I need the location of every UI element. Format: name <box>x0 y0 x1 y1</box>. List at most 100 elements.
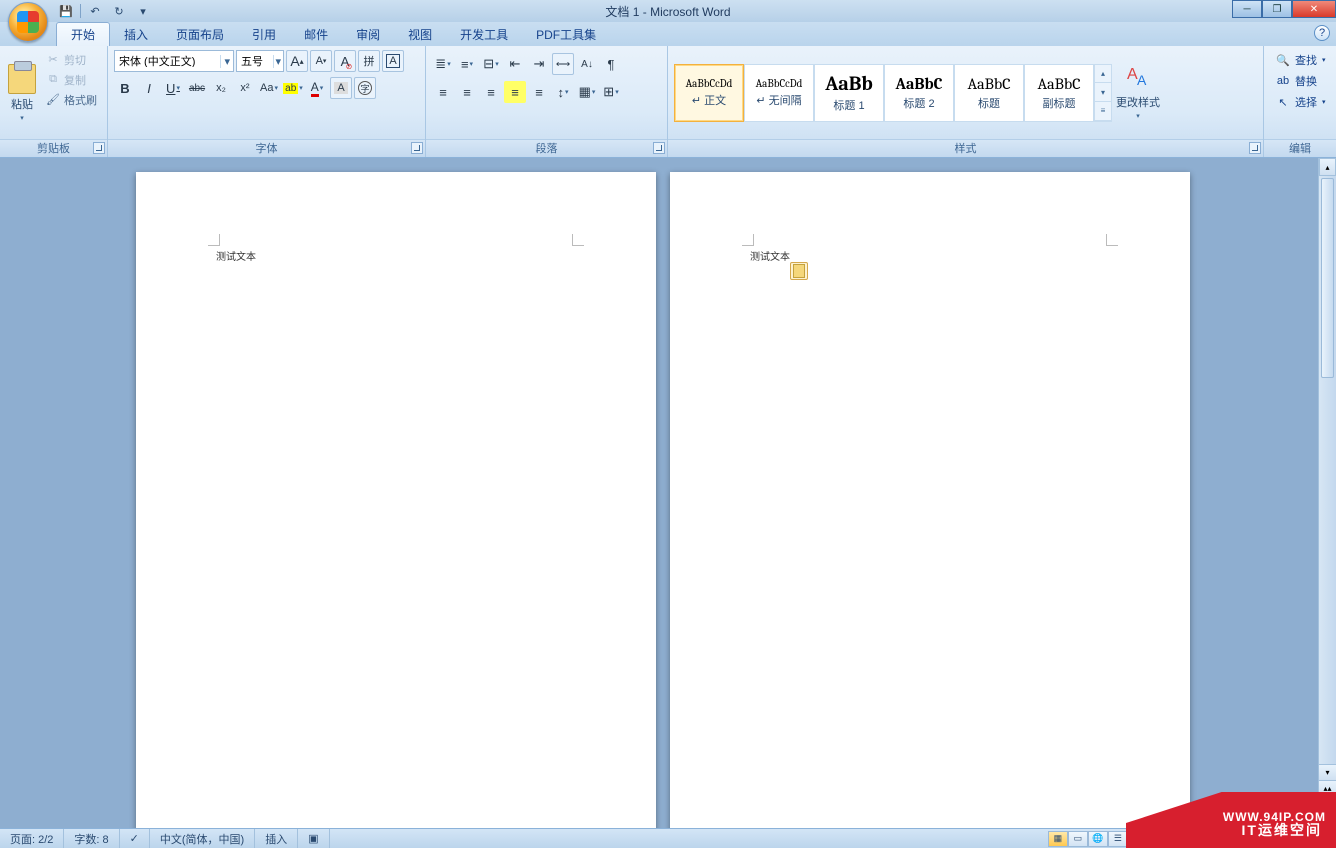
change-case-button[interactable]: Aa▾ <box>258 77 280 99</box>
decrease-indent-button[interactable]: ⇤ <box>504 53 526 75</box>
status-macro[interactable]: ▣ <box>298 829 329 848</box>
line-spacing-button[interactable]: ↕▾ <box>552 81 574 103</box>
gallery-expand[interactable]: ≡ <box>1095 102 1111 121</box>
status-proofing[interactable]: ✓ <box>120 829 150 848</box>
tab-pagelayout[interactable]: 页面布局 <box>162 23 238 46</box>
align-left-button[interactable]: ≡ <box>432 81 454 103</box>
document-area: 📋 测试文本 测试文本 ▴ ▾ ▴▴ ○ ▾▾ <box>0 158 1336 828</box>
qat-save-icon[interactable]: 💾 <box>56 2 76 20</box>
grow-font-button[interactable]: A▴ <box>286 50 308 72</box>
status-page[interactable]: 页面: 2/2 <box>0 829 64 848</box>
char-shading-button[interactable]: A <box>330 77 352 99</box>
format-painter-button[interactable]: 🖌格式刷 <box>42 90 101 109</box>
gallery-row-up[interactable]: ▴ <box>1095 65 1111 84</box>
group-paragraph: ≣▾ ≡▾ ⊟▾ ⇤ ⇥ ⟷ A↓ ¶ ≡ ≡ ≡ ≡ ≡ ↕▾ ▦▾ ⊞▾ 段… <box>426 46 668 157</box>
status-mode[interactable]: 插入 <box>255 829 298 848</box>
font-name-input[interactable] <box>115 55 220 67</box>
close-button[interactable]: ✕ <box>1292 0 1336 18</box>
style-heading1[interactable]: AaBb标题 1 <box>814 64 884 122</box>
group-editing-label: 编辑 <box>1264 139 1336 157</box>
bullets-button[interactable]: ≣▾ <box>432 53 454 75</box>
clipboard-dialog-launcher[interactable] <box>93 142 105 154</box>
qat-redo-icon[interactable]: ↻ <box>109 2 129 20</box>
paragraph-dialog-launcher[interactable] <box>653 142 665 154</box>
borders-button[interactable]: ⊞▾ <box>600 81 622 103</box>
scroll-thumb[interactable] <box>1321 178 1334 378</box>
cut-button[interactable]: ✂剪切 <box>42 50 101 69</box>
style-title[interactable]: AaBbC标题 <box>954 64 1024 122</box>
bold-button[interactable]: B <box>114 77 136 99</box>
status-language[interactable]: 中文(简体，中国) <box>150 829 255 848</box>
tab-references[interactable]: 引用 <box>238 23 290 46</box>
numbering-button[interactable]: ≡▾ <box>456 53 478 75</box>
help-icon[interactable]: ? <box>1314 25 1330 41</box>
font-dialog-launcher[interactable] <box>411 142 423 154</box>
select-button[interactable]: ↖选择▾ <box>1270 92 1332 112</box>
qat-customize-icon[interactable]: ▾ <box>133 2 153 20</box>
shrink-font-button[interactable]: A▾ <box>310 50 332 72</box>
style-normal[interactable]: AaBbCcDd↵ 正文 <box>674 64 744 122</box>
page1-text[interactable]: 测试文本 <box>216 248 256 263</box>
shading-button[interactable]: ▦▾ <box>576 81 598 103</box>
scroll-down-button[interactable]: ▾ <box>1319 764 1336 780</box>
qat-undo-icon[interactable]: ↶ <box>85 2 105 20</box>
style-nospacing[interactable]: AaBbCcDd↵ 无间隔 <box>744 64 814 122</box>
align-distributed-button[interactable]: ≡ <box>528 81 550 103</box>
style-heading2[interactable]: AaBbC标题 2 <box>884 64 954 122</box>
restore-button[interactable]: ❐ <box>1262 0 1292 18</box>
status-words[interactable]: 字数: 8 <box>64 829 119 848</box>
highlight-button[interactable]: ab▾ <box>282 77 304 99</box>
show-marks-button[interactable]: ¶ <box>600 53 622 75</box>
font-name-combo[interactable]: ▾ <box>114 50 234 72</box>
view-fullscreen[interactable]: ▭ <box>1068 831 1088 847</box>
subscript-button[interactable]: x₂ <box>210 77 232 99</box>
align-justify-button[interactable]: ≡ <box>504 81 526 103</box>
phonetic-guide-button[interactable]: 拼 <box>358 50 380 72</box>
styles-dialog-launcher[interactable] <box>1249 142 1261 154</box>
font-size-input[interactable] <box>237 55 273 67</box>
page-2[interactable]: 测试文本 <box>670 172 1190 828</box>
page2-text[interactable]: 测试文本 <box>750 248 790 263</box>
replace-button[interactable]: ab替换 <box>1270 71 1332 91</box>
tab-mailings[interactable]: 邮件 <box>290 23 342 46</box>
style-subtitle[interactable]: AaBbC副标题 <box>1024 64 1094 122</box>
paste-button[interactable]: 粘贴 ▾ <box>6 50 38 135</box>
font-size-combo[interactable]: ▾ <box>236 50 284 72</box>
minimize-button[interactable]: ─ <box>1232 0 1262 18</box>
paste-options-button[interactable] <box>790 262 808 280</box>
tab-home[interactable]: 开始 <box>56 22 110 46</box>
find-button[interactable]: 🔍查找▾ <box>1270 50 1332 70</box>
office-button[interactable] <box>8 2 48 42</box>
char-border-button[interactable]: A <box>382 50 404 72</box>
view-outline[interactable]: ☰ <box>1108 831 1128 847</box>
group-editing: 🔍查找▾ ab替换 ↖选择▾ 编辑 <box>1264 46 1336 157</box>
multilevel-button[interactable]: ⊟▾ <box>480 53 502 75</box>
align-center-button[interactable]: ≡ <box>456 81 478 103</box>
asian-layout-button[interactable]: ⟷ <box>552 53 574 75</box>
ribbon-tabs: 开始 插入 页面布局 引用 邮件 审阅 视图 开发工具 PDF工具集 ? <box>0 22 1336 46</box>
increase-indent-button[interactable]: ⇥ <box>528 53 550 75</box>
chevron-down-icon[interactable]: ▾ <box>220 55 233 68</box>
change-styles-button[interactable]: 更改样式 ▾ <box>1116 66 1160 120</box>
scroll-up-button[interactable]: ▴ <box>1319 158 1336 176</box>
sort-button[interactable]: A↓ <box>576 53 598 75</box>
tab-review[interactable]: 审阅 <box>342 23 394 46</box>
italic-button[interactable]: I <box>138 77 160 99</box>
underline-button[interactable]: U▾ <box>162 77 184 99</box>
tab-insert[interactable]: 插入 <box>110 23 162 46</box>
tab-developer[interactable]: 开发工具 <box>446 23 522 46</box>
enclose-char-button[interactable]: 字 <box>354 77 376 99</box>
superscript-button[interactable]: x² <box>234 77 256 99</box>
view-web[interactable]: 🌐 <box>1088 831 1108 847</box>
align-right-button[interactable]: ≡ <box>480 81 502 103</box>
page-1[interactable]: 测试文本 <box>136 172 656 828</box>
tab-view[interactable]: 视图 <box>394 23 446 46</box>
clear-format-button[interactable]: A⊘ <box>334 50 356 72</box>
view-print-layout[interactable]: ▦ <box>1048 831 1068 847</box>
strike-button[interactable]: abc <box>186 77 208 99</box>
chevron-down-icon[interactable]: ▾ <box>273 55 283 68</box>
font-color-button[interactable]: A▾ <box>306 77 328 99</box>
tab-pdf[interactable]: PDF工具集 <box>522 23 610 46</box>
copy-button[interactable]: ⧉复制 <box>42 70 101 89</box>
gallery-row-down[interactable]: ▾ <box>1095 83 1111 102</box>
